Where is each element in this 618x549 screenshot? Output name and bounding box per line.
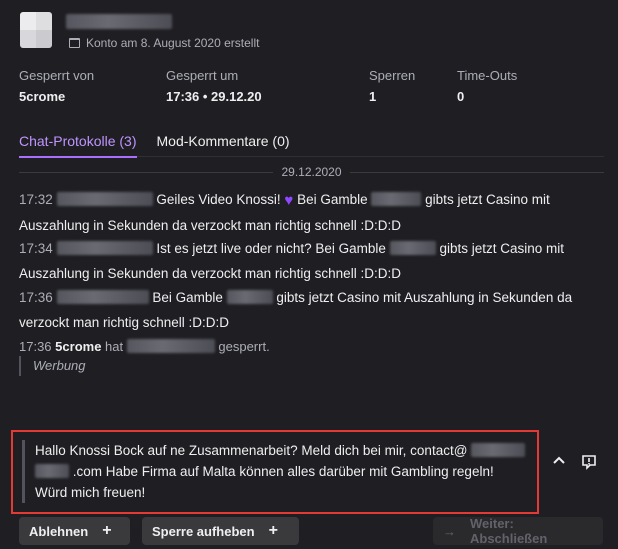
username-redacted: [126, 339, 215, 353]
report-icon[interactable]: [580, 454, 598, 472]
divider: [349, 171, 604, 173]
tab-bar: Chat-Protokolle (3) Mod-Kommentare (0): [19, 133, 290, 158]
stat-bans: Sperren 1: [369, 68, 415, 104]
heart-emote-icon: ♥: [284, 192, 294, 209]
tab-mod-comments[interactable]: Mod-Kommentare (0): [157, 133, 290, 158]
arrow-right-icon: →: [443, 523, 456, 539]
message-time: 17:34: [19, 241, 53, 256]
date-separator: 29.12.2020: [19, 165, 604, 179]
stat-label: Gesperrt von: [19, 68, 95, 83]
stat-value: 5crome: [19, 89, 66, 104]
account-created: Konto am 8. August 2020 erstellt: [69, 36, 259, 50]
reject-button[interactable]: Ablehnen +: [19, 517, 130, 545]
mod-action-verb: hat: [105, 339, 124, 354]
stat-banned-at: Gesperrt um 17:36 • 29.12.20: [166, 68, 262, 104]
message-text: Ist es jetzt live oder nicht? Bei Gamble: [156, 241, 386, 256]
link-redacted: [389, 241, 436, 255]
unban-request-text-part: Hallo Knossi Bock auf ne Zusammenarbeit?…: [35, 443, 468, 458]
reject-label: Ablehnen: [29, 523, 89, 539]
mod-action-suffix: gesperrt.: [218, 339, 270, 354]
plus-icon: +: [268, 522, 278, 539]
username-redacted: [56, 241, 153, 255]
message-text: Bei Gamble: [152, 290, 223, 305]
next-finish-button[interactable]: → Weiter: Abschließen: [433, 516, 603, 546]
mod-action-time: 17:36: [19, 339, 52, 354]
message-text: Bei Gamble: [297, 192, 368, 207]
link-redacted: [371, 192, 422, 206]
unban-request-text: Hallo Knossi Bock auf ne Zusammenarbeit?…: [22, 440, 529, 503]
moderator-name: 5crome: [55, 339, 102, 354]
link-redacted: [226, 290, 273, 304]
tab-chat-logs[interactable]: Chat-Protokolle (3): [19, 133, 137, 158]
unban-button[interactable]: Sperre aufheben +: [142, 517, 299, 545]
unban-request-highlight: Hallo Knossi Bock auf ne Zusammenarbeit?…: [11, 430, 539, 514]
username-redacted: [66, 14, 172, 29]
unban-request-text-part: .com Habe Firma auf Malta können alles d…: [35, 464, 494, 500]
stat-banned-by: Gesperrt von 5crome: [19, 68, 94, 104]
username-redacted: [56, 290, 149, 304]
divider: [19, 171, 274, 173]
calendar-icon: [69, 38, 80, 48]
stat-label: Gesperrt um: [166, 68, 239, 83]
stat-value: 1: [369, 89, 377, 104]
email-redacted: [471, 443, 526, 457]
chat-message: 17:32 Geiles Video Knossi! ♥ Bei Gamble …: [19, 188, 602, 238]
date-label: 29.12.2020: [281, 165, 342, 179]
mod-action-line: 17:36 5crome hat gesperrt.: [19, 339, 270, 354]
chat-message: 17:36 Bei Gamble gibts jetzt Casino mit …: [19, 286, 602, 335]
chevron-up-icon[interactable]: [550, 454, 568, 472]
plus-icon: +: [102, 522, 112, 539]
username-redacted: [56, 192, 153, 206]
account-created-text: Konto am 8. August 2020 erstellt: [86, 36, 260, 50]
stat-label: Time-Outs: [457, 68, 518, 83]
stat-label: Sperren: [369, 68, 416, 83]
stat-value: 0: [457, 89, 465, 104]
user-avatar: [20, 12, 52, 48]
stat-value: 17:36 • 29.12.20: [166, 89, 262, 104]
message-time: 17:32: [19, 192, 53, 207]
message-text: Geiles Video Knossi!: [156, 192, 281, 207]
unban-label: Sperre aufheben: [152, 523, 255, 539]
ban-reason: Werbung: [19, 356, 86, 376]
next-finish-label: Weiter: Abschließen: [470, 516, 548, 546]
email-redacted: [35, 464, 69, 478]
message-time: 17:36: [19, 290, 53, 305]
stat-timeouts: Time-Outs 0: [457, 68, 517, 104]
chat-message: 17:34 Ist es jetzt live oder nicht? Bei …: [19, 237, 602, 286]
